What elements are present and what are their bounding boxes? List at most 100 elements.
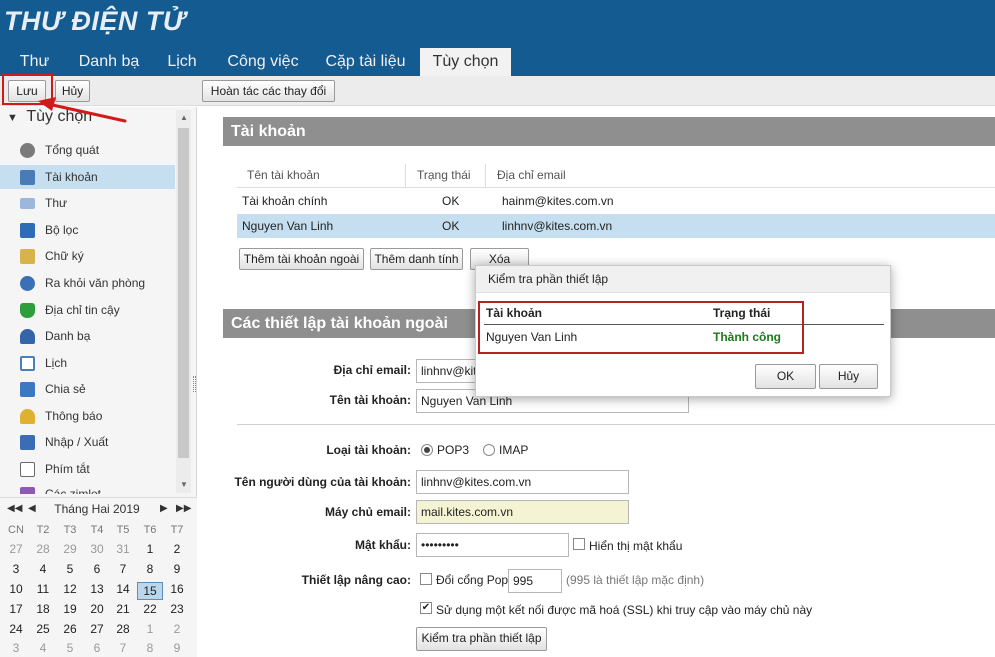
dialog-cancel-button[interactable]: Hủy <box>819 364 878 389</box>
tab-contacts[interactable]: Danh bạ <box>69 48 149 76</box>
calendar-day[interactable]: 31 <box>110 542 136 556</box>
save-highlight-box <box>2 74 53 105</box>
calendar-weekday: T4 <box>90 524 104 536</box>
dialog-ok-button[interactable]: OK <box>755 364 816 389</box>
calendar-day[interactable]: 27 <box>84 622 110 636</box>
sidebar-item-calendar[interactable]: Lịch <box>0 351 175 375</box>
sidebar-item-filters[interactable]: Bộ lọc <box>0 218 175 242</box>
calendar-day[interactable]: 10 <box>3 582 29 596</box>
calendar-day[interactable]: 21 <box>110 602 136 616</box>
calendar-day[interactable]: 1 <box>137 542 163 556</box>
calendar-day[interactable]: 2 <box>164 622 190 636</box>
calendar-day[interactable]: 14 <box>110 582 136 596</box>
calendar-day[interactable]: 15 <box>137 582 163 600</box>
calendar-day[interactable]: 19 <box>57 602 83 616</box>
calendar-day[interactable]: 20 <box>84 602 110 616</box>
tab-mail[interactable]: Thư <box>0 48 69 76</box>
change-port-checkbox[interactable] <box>420 573 432 585</box>
calendar-day[interactable]: 26 <box>57 622 83 636</box>
calendar-day[interactable]: 4 <box>30 562 56 576</box>
calendar-day[interactable]: 7 <box>110 562 136 576</box>
scroll-up-icon[interactable]: ▲ <box>180 113 188 122</box>
calendar-day[interactable]: 5 <box>57 562 83 576</box>
calendar-weekday: T5 <box>116 524 130 536</box>
sidebar-scroll-thumb[interactable] <box>178 128 189 458</box>
calendar-day[interactable]: 29 <box>57 542 83 556</box>
scroll-down-icon[interactable]: ▼ <box>180 480 188 489</box>
resize-handle[interactable] <box>193 376 196 392</box>
col-email[interactable]: Địa chỉ email <box>497 168 566 182</box>
port-field[interactable]: 995 <box>508 569 562 593</box>
table-row[interactable]: Tài khoản chính OK hainm@kites.com.vn <box>237 189 995 213</box>
ssl-checkbox[interactable]: ✔ <box>420 602 432 614</box>
calendar-weekday: T6 <box>143 524 157 536</box>
calendar-weekday: T2 <box>36 524 50 536</box>
calendar-day[interactable]: 24 <box>3 622 29 636</box>
sidebar-item-mail[interactable]: Thư <box>0 191 175 215</box>
calendar-day[interactable]: 2 <box>164 542 190 556</box>
calendar-day[interactable]: 4 <box>30 641 56 655</box>
sidebar-title[interactable]: ▼ Tùy chọn <box>7 108 92 126</box>
sidebar-item-zimlets[interactable]: Các zimlet <box>0 482 175 494</box>
pop3-radio[interactable] <box>421 444 433 456</box>
calendar-day[interactable]: 28 <box>110 622 136 636</box>
mail-server-field[interactable]: mail.kites.com.vn <box>416 500 629 524</box>
calendar-day[interactable]: 3 <box>3 562 29 576</box>
calendar-day[interactable]: 3 <box>3 641 29 655</box>
tab-calendar[interactable]: Lịch <box>149 48 215 76</box>
calendar-day[interactable]: 8 <box>137 562 163 576</box>
calendar-day[interactable]: 23 <box>164 602 190 616</box>
ssl-label: Sử dụng một kết nối được mã hoá (SSL) kh… <box>436 603 813 617</box>
calendar-day[interactable]: 12 <box>57 582 83 596</box>
sidebar-item-import-export[interactable]: Nhập / Xuất <box>0 430 175 454</box>
calendar-day[interactable]: 18 <box>30 602 56 616</box>
password-field[interactable]: ••••••••• <box>416 533 569 557</box>
cancel-button[interactable]: Hủy <box>55 80 90 102</box>
tab-options[interactable]: Tùy chọn <box>420 48 511 76</box>
calendar-day[interactable]: 1 <box>137 622 163 636</box>
calendar-day[interactable]: 25 <box>30 622 56 636</box>
sidebar-item-contacts[interactable]: Danh bạ <box>0 324 175 348</box>
account-name-label-wrap: Tên tài khoản: <box>200 393 411 409</box>
col-status[interactable]: Trạng thái <box>417 168 471 182</box>
calendar-day[interactable]: 13 <box>84 582 110 596</box>
calendar-day[interactable]: 9 <box>164 562 190 576</box>
sidebar-item-shortcuts[interactable]: Phím tắt <box>0 457 175 481</box>
table-row[interactable]: Nguyen Van Linh OK linhnv@kites.com.vn <box>237 214 995 238</box>
sidebar-item-signatures[interactable]: Chữ ký <box>0 244 175 268</box>
calendar-day[interactable]: 11 <box>30 582 56 596</box>
show-password-checkbox[interactable] <box>573 538 585 550</box>
next-month-icon[interactable]: ▶ <box>160 503 168 514</box>
next-year-icon[interactable]: ▶▶ <box>176 503 191 514</box>
add-external-account-button[interactable]: Thêm tài khoản ngoài <box>239 248 364 270</box>
calendar-day[interactable]: 6 <box>84 562 110 576</box>
sidebar-item-general[interactable]: Tổng quát <box>0 138 175 162</box>
calendar-day[interactable]: 7 <box>110 641 136 655</box>
calendar-day[interactable]: 16 <box>164 582 190 596</box>
calendar-day[interactable]: 22 <box>137 602 163 616</box>
calendar-day[interactable]: 6 <box>84 641 110 655</box>
sidebar-item-out-of-office[interactable]: Ra khỏi văn phòng <box>0 271 175 295</box>
calendar-day[interactable]: 8 <box>137 641 163 655</box>
sidebar-item-sharing[interactable]: Chia sẻ <box>0 377 175 401</box>
col-account-name[interactable]: Tên tài khoản <box>247 168 320 182</box>
dialog-title[interactable]: Kiểm tra phần thiết lập <box>476 266 890 293</box>
calendar-day[interactable]: 27 <box>3 542 29 556</box>
undo-changes-button[interactable]: Hoàn tác các thay đổi <box>202 80 335 102</box>
calendar-day[interactable]: 5 <box>57 641 83 655</box>
username-field[interactable]: linhnv@kites.com.vn <box>416 470 629 494</box>
tab-briefcase[interactable]: Cặp tài liệu <box>311 48 420 76</box>
sidebar-item-trusted-addresses[interactable]: Địa chỉ tin cậy <box>0 298 175 322</box>
calendar-day[interactable]: 17 <box>3 602 29 616</box>
calendar-day[interactable]: 9 <box>164 641 190 655</box>
add-persona-button[interactable]: Thêm danh tính <box>370 248 463 270</box>
sidebar-item-notifications[interactable]: Thông báo <box>0 404 175 428</box>
sidebar-title-label: Tùy chọn <box>26 108 93 125</box>
calendar-day[interactable]: 30 <box>84 542 110 556</box>
column-divider <box>405 164 406 188</box>
tab-tasks[interactable]: Công việc <box>215 48 311 76</box>
test-settings-button[interactable]: Kiểm tra phần thiết lập <box>416 627 547 651</box>
sidebar-item-accounts[interactable]: Tài khoản <box>0 165 175 189</box>
imap-radio[interactable] <box>483 444 495 456</box>
calendar-day[interactable]: 28 <box>30 542 56 556</box>
